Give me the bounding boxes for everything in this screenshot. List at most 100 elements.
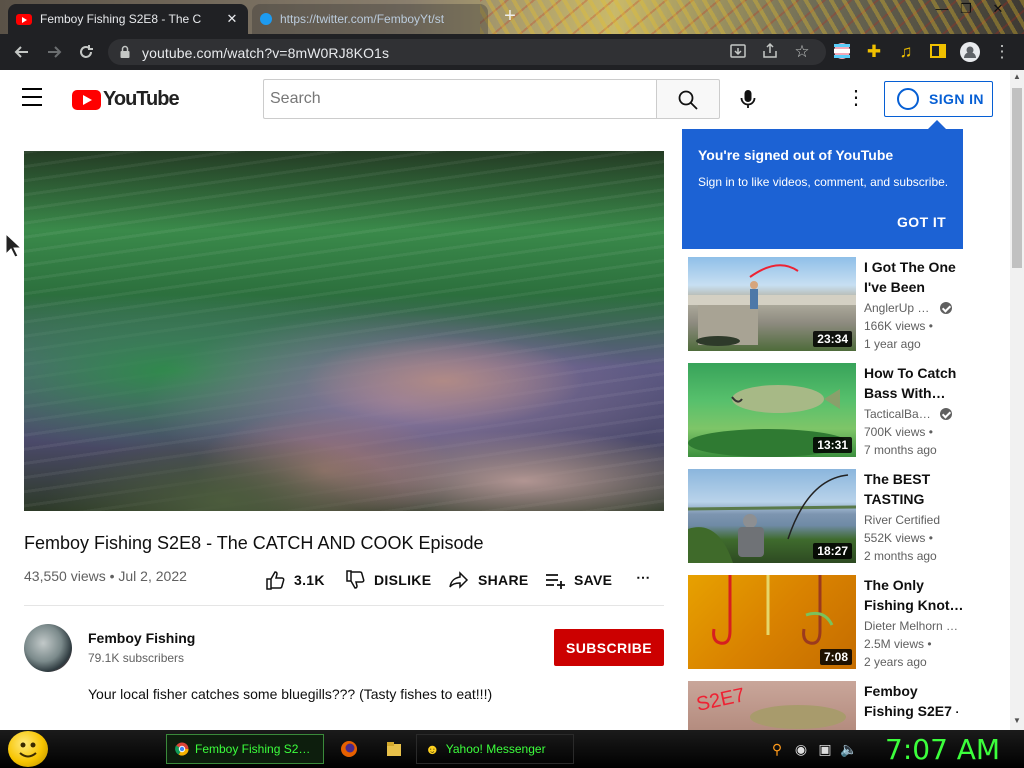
video-player[interactable] [24,151,664,511]
verified-check-icon [940,408,952,420]
popup-body: Sign in to like videos, comment, and sub… [698,175,949,189]
share-arrow-icon [449,571,469,589]
sign-in-button[interactable]: SIGN IN [884,81,993,117]
bookmark-star-icon[interactable]: ☆ [792,42,812,62]
search-button[interactable] [656,79,720,119]
browser-tab-youtube[interactable]: Femboy Fishing S2E8 - The C ✕ [8,4,248,34]
reload-icon[interactable] [76,42,96,62]
taskbar-item-yahoo-messenger[interactable]: ☻ Yahoo! Messenger [416,734,574,764]
side-panel-icon[interactable] [928,42,948,62]
taskbar-clock: 7:07 AM [885,733,1001,766]
browser-menu-icon[interactable]: ⋮ [992,42,1012,62]
related-title[interactable]: I Got The One I've Been Afte… [864,257,964,297]
microphone-icon[interactable] [734,85,762,113]
hamburger-menu-icon[interactable] [22,88,48,108]
tab-title: Femboy Fishing S2E8 - The C [40,12,202,26]
signed-out-popup: You're signed out of YouTube Sign in to … [682,120,963,249]
thumbs-down-icon [346,570,365,589]
url-text[interactable]: youtube.com/watch?v=8mW0RJ8KO1s [142,45,389,61]
share-page-icon[interactable] [760,42,780,62]
file-manager-icon[interactable] [385,740,403,758]
save-button[interactable]: SAVE [544,569,612,591]
video-duration: 13:31 [813,437,852,453]
related-title[interactable]: The BEST TASTING FIS… [864,469,964,509]
forward-arrow-icon[interactable] [44,42,64,62]
profile-flag-icon[interactable] [832,42,852,62]
related-video[interactable]: 18:27 The BEST TASTING FIS… River Certif… [688,469,958,563]
share-button[interactable]: SHARE [448,569,529,591]
scroll-down-icon[interactable]: ▼ [1012,716,1022,726]
settings-more-icon[interactable]: ⋮ [846,88,866,110]
media-queue-icon[interactable]: ♫ [896,42,916,62]
start-smiley-icon[interactable] [8,731,48,767]
close-window-icon[interactable]: ✕ [986,0,1010,18]
network-tray-icon[interactable]: ▣ [816,740,834,758]
status-tray-icon[interactable]: ◉ [792,740,810,758]
back-arrow-icon[interactable] [12,42,32,62]
related-title[interactable]: The Only Fishing Knot… [864,575,964,615]
svg-text:S2E7: S2E7 [694,684,746,716]
new-tab-button[interactable]: + [500,6,520,26]
related-channel[interactable]: River Certified [864,513,959,527]
related-video[interactable]: 23:34 I Got The One I've Been Afte… Angl… [688,257,958,351]
scrollbar-thumb[interactable] [1012,88,1022,268]
logo-text: YouTube [103,88,180,110]
chrome-icon [175,742,189,756]
install-app-icon[interactable] [728,42,748,62]
save-label: SAVE [574,572,613,588]
video-duration: 23:34 [813,331,852,347]
more-actions-icon[interactable]: ⋯ [636,569,650,586]
search-input[interactable] [263,79,657,119]
video-view-count-date: 43,550 views • Jul 2, 2022 [24,568,187,584]
popup-title: You're signed out of YouTube [698,147,894,163]
subscriber-count: 79.1K subscribers [88,651,185,665]
video-thumbnail[interactable]: 7:08 [688,575,856,669]
mouse-cursor-icon [4,232,23,258]
taskbar-item-label: Yahoo! Messenger [445,742,546,756]
related-video[interactable]: 13:31 How To Catch Bass With… TacticalBa… [688,363,958,457]
playlist-add-icon [546,574,565,589]
divider [24,605,664,606]
channel-avatar[interactable] [24,624,72,672]
extensions-puzzle-icon[interactable]: ✚ [864,42,884,62]
related-title[interactable]: Femboy Fishing S2E7 - Catchi… [864,681,958,721]
video-duration: 18:27 [813,543,852,559]
related-age: 2 months ago [864,549,937,563]
channel-name[interactable]: Femboy Fishing [88,630,195,646]
volume-tray-icon[interactable]: 🔈 [840,740,858,758]
related-age: 7 months ago [864,443,937,457]
lock-icon[interactable] [118,45,132,59]
related-video[interactable]: S2E7 Femboy Fishing S2E7 - Catchi… [688,681,958,730]
taskbar-item-chrome[interactable]: Femboy Fishing S2… [166,734,324,764]
profile-avatar-icon[interactable] [960,42,980,62]
video-thumbnail[interactable]: 13:31 [688,363,856,457]
sign-in-label: SIGN IN [929,91,984,107]
video-title: Femboy Fishing S2E8 - The CATCH AND COOK… [24,533,484,553]
scroll-up-icon[interactable]: ▲ [1012,72,1022,82]
related-views: 700K views • [864,425,933,439]
youtube-favicon-icon [16,13,32,25]
channel-label: TacticalBas… [864,407,934,421]
video-thumbnail[interactable]: 23:34 [688,257,856,351]
related-video[interactable]: 7:08 The Only Fishing Knot… Dieter Melho… [688,575,964,669]
related-channel[interactable]: AnglerUp wi… [864,301,959,315]
browser-tab-twitter[interactable]: https://twitter.com/FemboyYt/st [252,4,488,34]
search-tray-icon[interactable]: ⚲ [768,740,786,758]
minimize-icon[interactable]: — [930,0,954,18]
youtube-logo[interactable]: YouTube [72,88,180,111]
like-button[interactable]: 3.1K [264,569,325,591]
taskbar-item-label: Femboy Fishing S2… [195,742,311,756]
subscribe-button[interactable]: SUBSCRIBE [554,629,664,666]
got-it-button[interactable]: GOT IT [897,214,946,230]
related-channel[interactable]: Dieter Melhorn Fi… [864,619,959,633]
firefox-icon[interactable] [340,740,358,758]
verified-check-icon [940,302,952,314]
related-title[interactable]: How To Catch Bass With… [864,363,964,403]
close-tab-icon[interactable]: ✕ [224,11,240,27]
related-channel[interactable]: TacticalBas… [864,407,959,421]
tab-title: https://twitter.com/FemboyYt/st [280,12,445,26]
restore-icon[interactable]: ❐ [954,0,978,18]
video-thumbnail[interactable]: S2E7 [688,681,856,730]
video-thumbnail[interactable]: 18:27 [688,469,856,563]
dislike-button[interactable]: DISLIKE [344,569,431,591]
